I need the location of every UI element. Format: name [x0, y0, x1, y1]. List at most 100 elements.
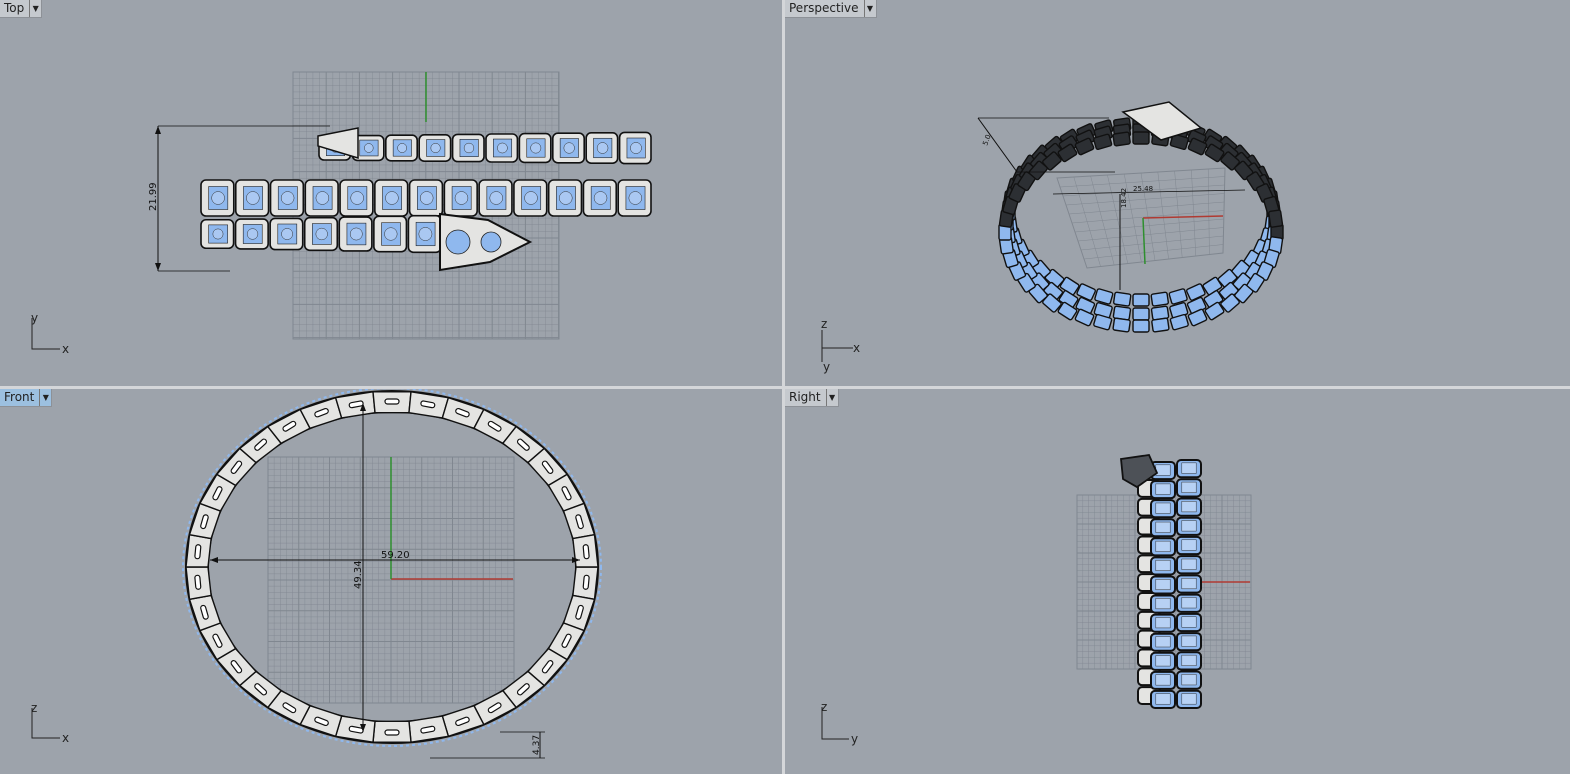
gem-setting — [1181, 635, 1197, 647]
gem — [385, 191, 399, 205]
bracelet-segment — [1132, 131, 1150, 145]
axis-label-z: z — [31, 701, 37, 715]
top-view-canvas[interactable]: 21.99 y x — [0, 0, 782, 386]
dimension-label: 4.37 — [532, 735, 542, 755]
gem-setting — [1181, 539, 1197, 551]
viewport-right[interactable]: z y Right ▼ — [785, 389, 1570, 774]
bracelet-segment — [1150, 291, 1169, 307]
gem-setting — [1181, 520, 1197, 532]
chevron-down-icon[interactable]: ▼ — [29, 0, 41, 17]
right-view-canvas[interactable]: z y — [785, 389, 1570, 774]
gem-setting — [1155, 559, 1171, 571]
gem-setting — [1155, 464, 1171, 476]
construction-grid — [1056, 167, 1226, 269]
gem-setting — [1155, 540, 1171, 552]
gem — [315, 227, 328, 241]
chevron-down-icon[interactable]: ▼ — [825, 389, 838, 406]
dimension-label: 25.48 — [1133, 185, 1153, 193]
axis-label-y: y — [31, 311, 38, 325]
axis-label-y: y — [823, 360, 830, 374]
bracelet-segment — [1168, 288, 1188, 305]
viewport-tab-perspective[interactable]: Perspective ▼ — [785, 0, 877, 18]
viewport-title[interactable]: Right — [785, 389, 826, 406]
gem-setting — [1155, 521, 1171, 533]
gem-setting — [1155, 636, 1171, 648]
gem — [430, 142, 441, 154]
gem — [530, 142, 542, 154]
bracelet-model[interactable] — [200, 127, 652, 272]
link-slot — [582, 574, 590, 590]
gem — [497, 142, 508, 154]
chevron-down-icon[interactable]: ▼ — [39, 389, 51, 406]
front-view-canvas[interactable]: 59.20 49.34 4.37 z x — [0, 389, 782, 774]
bracelet-segment — [1132, 307, 1150, 321]
gem-setting — [1181, 501, 1197, 513]
gem-setting — [1181, 616, 1197, 628]
gem — [419, 191, 434, 205]
axis-indicator: z x — [31, 701, 69, 745]
bracelet-segment — [1094, 288, 1114, 305]
gem-setting — [1155, 483, 1171, 495]
gem — [315, 191, 330, 205]
gem-setting — [1155, 693, 1171, 705]
bracelet-model[interactable] — [998, 101, 1284, 333]
gem-setting — [1155, 655, 1171, 667]
axis-label-x: x — [62, 342, 69, 356]
gem — [384, 227, 398, 241]
gem — [397, 143, 408, 153]
axis-indicator: z x y — [821, 317, 860, 374]
gem — [596, 142, 609, 154]
bracelet-segment — [1151, 317, 1170, 333]
gem — [280, 191, 295, 205]
gem-setting — [1181, 674, 1197, 686]
axis-label-y: y — [851, 732, 858, 746]
viewport-title[interactable]: Perspective — [785, 0, 864, 17]
gem — [350, 191, 364, 205]
bracelet-segment — [1112, 131, 1131, 147]
gem-setting — [1155, 674, 1171, 686]
chevron-down-icon[interactable]: ▼ — [863, 0, 876, 17]
gem — [246, 228, 259, 240]
gem — [212, 228, 224, 240]
viewport-tab-front[interactable]: Front ▼ — [0, 389, 53, 407]
viewport-top[interactable]: 21.99 y x Top ▼ — [0, 0, 782, 386]
gem-setting — [1181, 558, 1197, 570]
gem-setting — [1181, 577, 1197, 590]
gem — [489, 191, 503, 205]
axis-label-x: x — [62, 731, 69, 745]
link-slot — [194, 544, 202, 560]
axis-label-x: x — [853, 341, 860, 355]
dimension-label: 21.99 — [148, 182, 159, 211]
axis-label-z: z — [821, 317, 827, 331]
gem — [246, 191, 260, 205]
gem-setting — [1181, 654, 1197, 666]
gem-setting — [1155, 598, 1171, 610]
gem — [445, 229, 471, 255]
viewport-title[interactable]: Front — [0, 389, 39, 406]
gem-setting — [1155, 579, 1171, 591]
viewport-perspective[interactable]: 5.0 25.48 18.42 z x y Perspective ▼ — [785, 0, 1570, 386]
gem — [593, 191, 608, 205]
axis-indicator: y x — [31, 311, 69, 356]
bracelet-segment — [1132, 293, 1150, 307]
gem — [463, 142, 475, 154]
bracelet-segment — [1132, 319, 1150, 333]
dimension-label: 18.42 — [1120, 188, 1128, 208]
gem — [281, 228, 293, 240]
viewport-tab-right[interactable]: Right ▼ — [785, 389, 839, 407]
bracelet-segment — [1113, 291, 1132, 307]
bracelet-segment — [1112, 317, 1131, 333]
gem — [211, 191, 225, 205]
gem — [524, 191, 538, 205]
gem — [418, 227, 433, 241]
viewport-tab-top[interactable]: Top ▼ — [0, 0, 43, 18]
gem — [349, 227, 363, 241]
viewport-title[interactable]: Top — [0, 0, 29, 17]
gem — [364, 143, 374, 153]
viewport-front[interactable]: 59.20 49.34 4.37 z x Front ▼ — [0, 389, 782, 774]
dimension-label: 59.20 — [381, 550, 410, 561]
gem — [628, 191, 643, 205]
link-slot — [384, 398, 400, 405]
perspective-view-canvas[interactable]: 5.0 25.48 18.42 z x y — [785, 0, 1570, 386]
gem — [454, 191, 469, 205]
